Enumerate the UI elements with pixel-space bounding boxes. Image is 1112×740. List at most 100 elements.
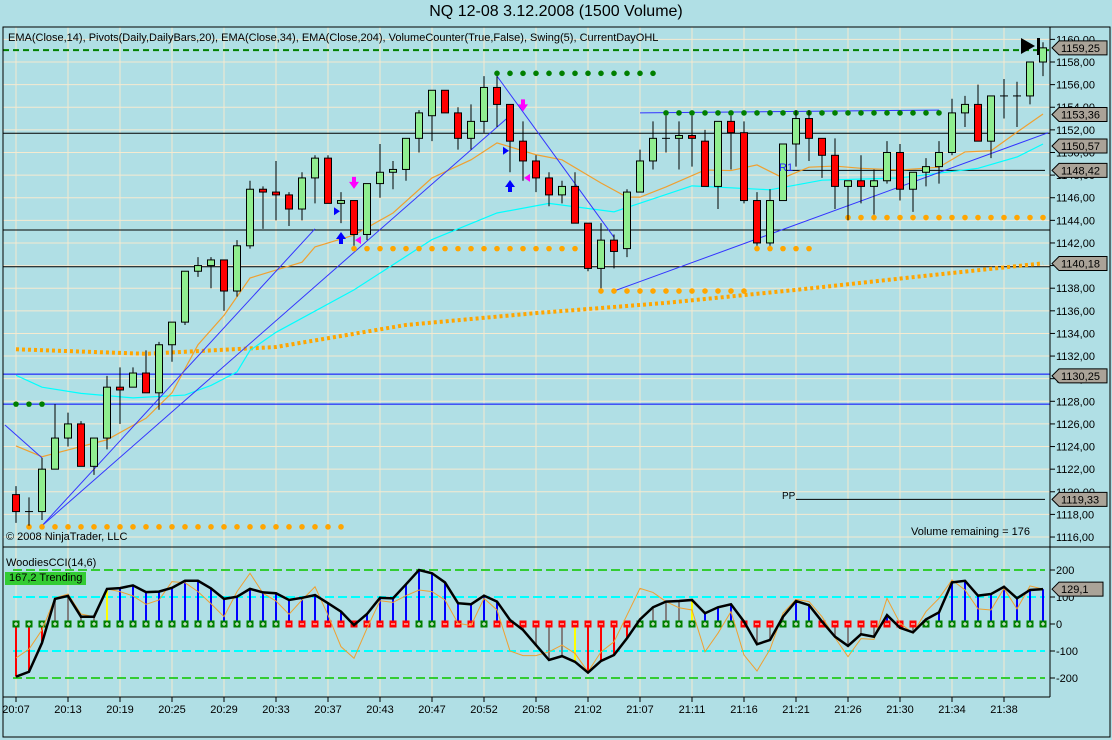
price-chart[interactable]: 20:07 20:13 20:19 20:25 20:29 20:33 20:37 20:43…	[0, 0, 1112, 740]
swing-dot	[390, 245, 396, 252]
swing-dot	[650, 70, 656, 77]
swing-dot	[728, 110, 734, 116]
down-candle	[571, 185, 579, 224]
time-label: 21:02	[574, 704, 602, 716]
swing-dot	[78, 524, 84, 530]
price-label-text: 1119,33	[1061, 494, 1099, 506]
up-candle	[90, 437, 98, 467]
swing-dot	[650, 288, 656, 294]
swing-dot	[559, 245, 565, 252]
up-candle	[1026, 61, 1034, 97]
down-candle	[77, 423, 85, 467]
swing-dot	[221, 524, 227, 530]
swing-dot	[949, 214, 955, 221]
swing-dot	[611, 288, 617, 294]
indicator-list: EMA(Close,14), Pivots(Daily,DailyBars,20…	[8, 32, 659, 44]
down-candle	[857, 180, 865, 187]
swing-dot	[455, 245, 461, 252]
swing-dot	[351, 245, 357, 252]
swing-dot	[988, 214, 994, 221]
swing-dot	[689, 110, 695, 116]
up-arrow-marker	[336, 232, 346, 245]
cci-tick-label: -100	[1056, 646, 1078, 658]
up-arrow-marker	[505, 180, 515, 193]
up-candle	[376, 171, 384, 185]
price-tick-label: 1132,00	[1056, 351, 1095, 363]
time-label: 20:07	[2, 704, 30, 716]
swing-dot	[637, 70, 643, 77]
up-candle	[337, 200, 345, 204]
swing-dot	[780, 110, 786, 116]
swing-dot	[442, 245, 448, 252]
swing-dot	[858, 214, 864, 221]
time-label: 20:37	[314, 704, 342, 716]
swing-dot	[299, 524, 305, 530]
swing-dot	[611, 70, 617, 77]
price-tick-label: 1134,00	[1056, 328, 1095, 340]
down-candle	[350, 200, 358, 235]
down-candle	[545, 177, 553, 196]
time-label: 21:11	[679, 704, 706, 716]
swing-dot	[715, 288, 721, 294]
price-label-text: 1150,57	[1061, 141, 1100, 153]
up-candle	[311, 157, 319, 179]
price-tick-label: 1146,00	[1056, 193, 1095, 205]
price-tick-label: 1142,00	[1056, 238, 1095, 250]
swing-dot	[572, 245, 578, 252]
up-candle	[987, 95, 995, 142]
time-label: 20:33	[262, 704, 290, 716]
swing-dot	[39, 401, 45, 407]
swing-dot	[91, 524, 97, 530]
up-candle	[636, 160, 644, 193]
cci-tick-label: -200	[1056, 673, 1078, 685]
up-candle	[168, 321, 176, 346]
swing-dot	[936, 214, 942, 221]
up-candle	[649, 137, 657, 162]
price-label-text: 1159,25	[1061, 43, 1100, 55]
swing-dot	[520, 245, 526, 252]
swing-dot	[910, 110, 916, 116]
up-candle	[623, 191, 631, 250]
swing-dot	[143, 524, 149, 530]
down-candle	[584, 222, 592, 269]
swing-dot	[1001, 214, 1007, 221]
price-tick-label: 1144,00	[1056, 215, 1095, 227]
time-label: 20:25	[158, 704, 186, 716]
down-candle	[688, 135, 696, 139]
pp-label: PP	[782, 491, 796, 502]
time-label: 20:58	[522, 704, 550, 716]
price-tick-label: 1158,00	[1056, 57, 1095, 69]
swing-dot	[897, 214, 903, 221]
swing-dot	[273, 524, 279, 530]
down-candle	[493, 86, 501, 105]
down-arrow-marker	[349, 176, 359, 189]
time-label: 21:30	[886, 704, 914, 716]
time-label: 21:34	[938, 704, 966, 716]
swing-dot	[845, 110, 851, 116]
up-candle	[389, 168, 397, 173]
swing-dot	[715, 110, 721, 116]
up-candle	[792, 118, 800, 145]
swing-dot	[1040, 214, 1046, 221]
swing-dot	[741, 288, 747, 294]
swing-dot	[871, 110, 877, 116]
swing-dot	[572, 70, 578, 77]
swing-dot	[598, 70, 604, 77]
swing-dot	[767, 110, 773, 116]
price-tick-label: 1118,00	[1056, 509, 1094, 521]
swing-dot	[832, 110, 838, 116]
down-candle	[532, 160, 540, 179]
swing-dot	[559, 70, 565, 77]
down-candle	[506, 103, 514, 142]
cci-indicator-name: WoodiesCCI(14,6)	[6, 557, 97, 569]
down-candle	[818, 137, 826, 156]
down-candle	[727, 120, 735, 134]
up-candle	[714, 120, 722, 187]
up-candle	[246, 188, 254, 247]
up-candle	[883, 151, 891, 182]
swing-dot	[494, 245, 500, 252]
up-candle	[467, 120, 475, 139]
swing-dot	[897, 110, 903, 116]
cci-trend-status: 167,2 Trending	[5, 572, 87, 585]
price-tick-label: 1152,00	[1056, 125, 1095, 137]
